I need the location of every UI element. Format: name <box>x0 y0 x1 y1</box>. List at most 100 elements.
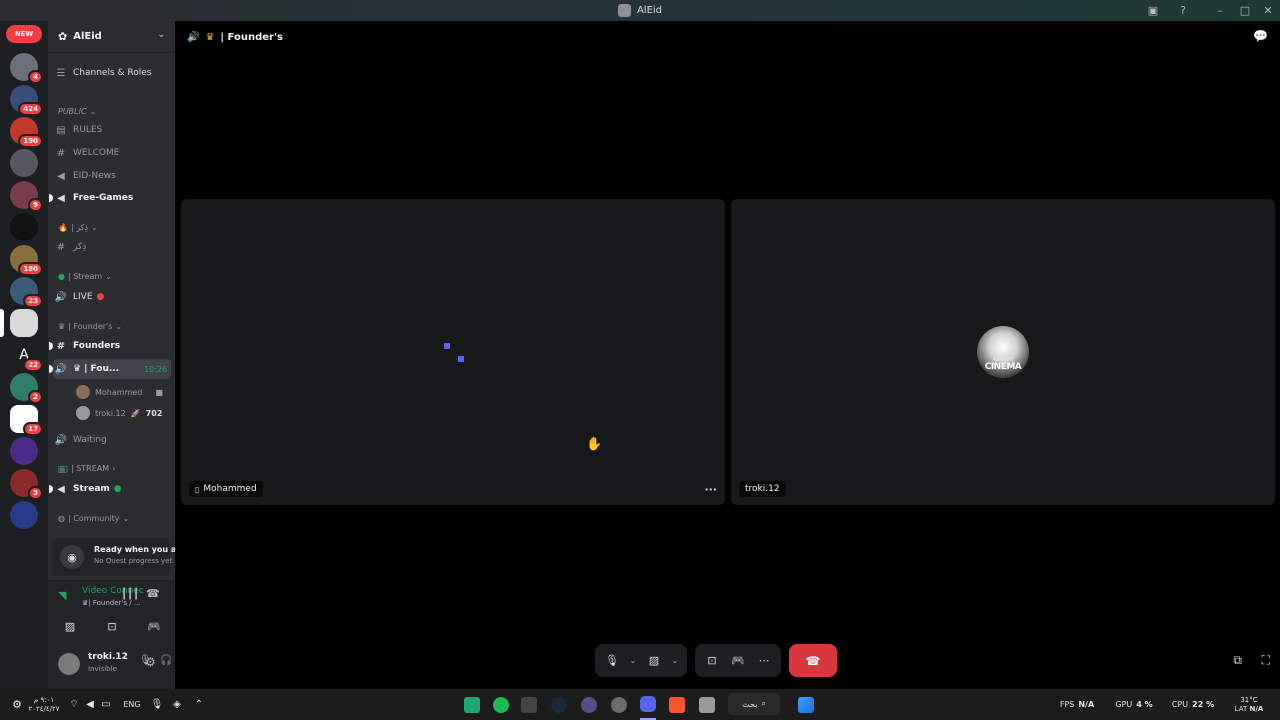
server-icon[interactable]: 180 <box>10 245 43 276</box>
clock[interactable]: ٩:٠١ م ٢٠٢٤/٤/٢٧ <box>26 689 62 720</box>
tray-icon[interactable]: ◈ <box>170 689 184 720</box>
voice-connection-panel: ◥ Video Connected ♛| Founder's / ... ┃┃┃… <box>48 580 175 645</box>
channel-dhikr[interactable]: # ذِكر <box>53 237 171 257</box>
screen-share-icon[interactable]: ⊡ <box>701 650 723 672</box>
server-icon[interactable]: 17 <box>10 405 43 436</box>
category-public[interactable]: PUBLIC ⌄ <box>58 107 96 116</box>
server-icon-aleid[interactable] <box>10 309 38 337</box>
windows-start-icon[interactable] <box>797 689 815 720</box>
screen-share-icon[interactable]: ⊡ <box>96 615 128 637</box>
maximize-button[interactable]: □ <box>1233 0 1257 21</box>
brave-icon[interactable] <box>669 689 685 720</box>
channel-founders[interactable]: # Founders <box>49 336 171 356</box>
category-dhikr[interactable]: 🔥 | ذِكر ⌄ <box>58 223 98 232</box>
discord-icon[interactable] <box>640 689 656 720</box>
category-community[interactable]: ◍ | Community ⌄ <box>58 514 129 523</box>
server-icon[interactable]: 424 <box>10 85 43 116</box>
camera-off-icon[interactable]: ▨ <box>54 615 86 637</box>
channel-label: LIVE <box>73 292 93 302</box>
server-icon[interactable] <box>10 501 38 529</box>
category-founders[interactable]: ♛ | Founder's ⌄ <box>58 322 122 331</box>
chat-bubble-icon[interactable]: 💬 <box>1253 29 1268 43</box>
share-activity-group: ⊡ 🎮 ⋯ <box>695 644 781 677</box>
close-window-button[interactable]: ✕ <box>1256 0 1280 21</box>
chevron-down-icon: ⌄ <box>89 107 97 116</box>
channel-eid-news[interactable]: ◀ EID-News <box>53 166 171 186</box>
camera-off-icon[interactable]: ▨ <box>643 650 665 672</box>
server-icon[interactable]: 4 <box>10 53 43 84</box>
channel-welcome[interactable]: # WELCOME <box>53 143 171 163</box>
category-label: | Stream <box>67 272 103 281</box>
activity-icon[interactable]: 🎮 <box>138 615 170 637</box>
search-button[interactable]: بحث ⌕ <box>728 693 780 715</box>
volume-icon[interactable]: ◀ <box>83 689 97 720</box>
server-header[interactable]: ✿ AlEid ⌄ <box>48 21 175 53</box>
voice-user[interactable]: Mohammed ■ <box>76 383 163 401</box>
chevron-up-icon[interactable]: ⌃ <box>192 689 206 720</box>
fullscreen-icon[interactable]: ⛶ <box>1262 653 1270 668</box>
steam-icon[interactable] <box>551 689 567 720</box>
avatar[interactable] <box>58 653 80 675</box>
quest-card[interactable]: ◉ Ready when you are... No Quest progres… <box>52 538 195 576</box>
voice-channel-label: | Founder's / ... <box>88 599 141 607</box>
quest-icon: ◉ <box>60 545 84 569</box>
server-icon[interactable]: 3 <box>10 469 43 500</box>
noise-suppression-icon[interactable]: ┃┃┃ <box>121 589 139 600</box>
category-stream[interactable]: ● | Stream ⌄ <box>58 272 112 281</box>
app-icon[interactable] <box>581 689 597 720</box>
channel-live[interactable]: 🔊 LIVE ● <box>53 287 171 307</box>
server-icon[interactable] <box>10 437 38 465</box>
chevron-down-icon[interactable]: ⌄ <box>669 650 681 672</box>
activity-icon[interactable]: 🎮 <box>727 650 749 672</box>
channel-rules[interactable]: ▤ RULES <box>53 120 171 140</box>
settings-gear-icon[interactable]: ⚙ <box>10 689 24 720</box>
speaker-icon: 🔊 <box>54 434 68 446</box>
signal-icon[interactable]: ◥ <box>58 589 66 602</box>
channel-founders-voice[interactable]: 🔊 ♛ | Fou... 10:26 <box>49 359 171 379</box>
more-options-button[interactable]: ··· <box>704 483 717 496</box>
voice-channel-path[interactable]: ♛| Founder's / ... <box>82 599 144 607</box>
server-icon[interactable]: 190 <box>10 117 43 148</box>
category-stream-2[interactable]: 📺 | STREAM › <box>58 464 115 473</box>
mic-camera-group: 🎙 ⌄ ▨ ⌄ <box>595 644 687 677</box>
settings-app-icon[interactable] <box>611 689 627 720</box>
username[interactable]: troki.12 <box>88 652 128 662</box>
discord-app-icon <box>617 4 631 17</box>
channel-stream[interactable]: ◀ Stream ● <box>49 479 171 499</box>
microphone-icon[interactable]: 🎙 <box>150 689 164 720</box>
channel-waiting[interactable]: 🔊 Waiting <box>53 430 171 450</box>
microphone-icon[interactable]: 🎙 <box>601 650 623 672</box>
video-tile-mohammed[interactable]: ▯ Mohammed ··· <box>181 199 725 505</box>
speaker-icon: 🔊 <box>54 363 68 375</box>
settings-gear-icon[interactable]: ⚙ <box>145 655 156 669</box>
file-explorer-icon[interactable] <box>699 689 715 720</box>
quest-subtitle: No Quest progress yet <box>94 557 173 565</box>
chevron-down-icon[interactable]: ⌄ <box>627 650 639 672</box>
disconnect-icon[interactable]: ☎ <box>146 587 160 600</box>
video-tile-troki[interactable]: ABSOLUTE CINEMA troki.12 <box>731 199 1275 505</box>
channel-free-games[interactable]: ◀ Free-Games <box>49 188 171 208</box>
new-badge[interactable]: NEW <box>6 25 42 43</box>
help-icon[interactable]: ? <box>1171 0 1195 21</box>
server-icon[interactable]: A 22 <box>10 341 43 372</box>
server-icon[interactable]: 2 <box>10 373 43 404</box>
app-icon[interactable] <box>521 689 537 720</box>
server-icon[interactable]: 9 <box>10 181 43 212</box>
server-icon[interactable] <box>10 149 38 177</box>
app-icon[interactable] <box>464 689 480 720</box>
network-icon[interactable]: ⌔ <box>66 689 82 720</box>
channels-roles-link[interactable]: ☰ Channels & Roles <box>53 63 171 83</box>
battery-icon[interactable]: ▭ <box>99 689 113 720</box>
inbox-icon[interactable]: ▣ <box>1141 0 1165 21</box>
server-icon[interactable]: 23 <box>10 277 43 308</box>
voice-user[interactable]: troki.12 🚀 702 <box>76 404 162 422</box>
spotify-icon[interactable] <box>493 689 509 720</box>
headphones-icon[interactable]: 🎧 <box>160 655 172 666</box>
language-indicator[interactable]: ENG <box>120 689 144 720</box>
more-icon[interactable]: ⋯ <box>753 650 775 672</box>
window-title: AlEid <box>617 4 662 17</box>
server-icon[interactable] <box>10 213 38 241</box>
minimize-button[interactable]: – <box>1208 0 1232 21</box>
pop-out-icon[interactable]: ⧉ <box>1233 653 1242 668</box>
disconnect-button[interactable]: ☎ <box>789 644 837 677</box>
